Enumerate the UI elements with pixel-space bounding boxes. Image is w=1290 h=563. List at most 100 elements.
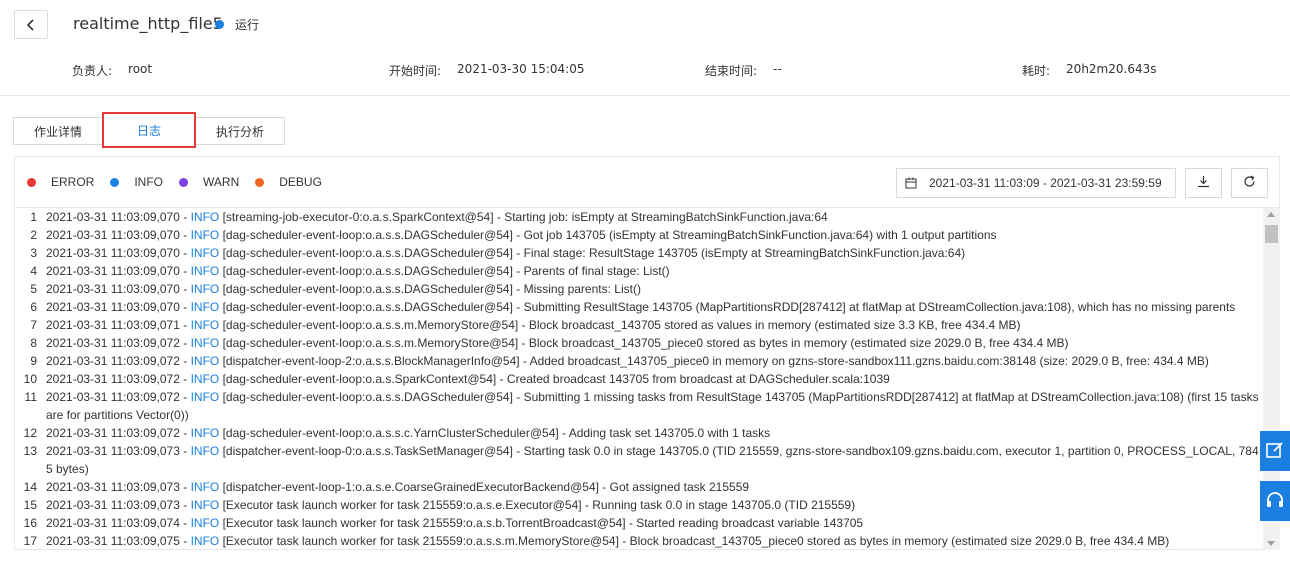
tab-execution-analysis[interactable]: 执行分析	[195, 117, 285, 145]
owner-label: 负责人:	[72, 64, 113, 78]
legend-warn[interactable]: WARN	[179, 175, 239, 189]
log-timestamp: 2021-03-31 11:03:09,073 -	[46, 444, 191, 458]
meta-duration: 耗时: 20h2m20.643s	[1022, 62, 1157, 79]
log-line: 5 2021-03-31 11:03:09,070 - INFO [dag-sch…	[15, 280, 1263, 298]
log-timestamp: 2021-03-31 11:03:09,070 -	[46, 264, 191, 278]
start-time-label: 开始时间:	[389, 64, 442, 78]
back-button[interactable]	[14, 10, 48, 39]
legend-info[interactable]: INFO	[110, 175, 163, 189]
log-lines: 1 2021-03-31 11:03:09,070 - INFO [streami…	[15, 208, 1263, 550]
log-line: 14 2021-03-31 11:03:09,073 - INFO [dispat…	[15, 478, 1263, 496]
scroll-up-icon[interactable]	[1267, 212, 1275, 217]
log-line-number: 15	[23, 498, 37, 512]
log-timestamp: 2021-03-31 11:03:09,073 -	[46, 480, 191, 494]
log-message: [dag-scheduler-event-loop:o.a.s.s.DAGSch…	[219, 246, 966, 260]
log-message: [dag-scheduler-event-loop:o.a.s.s.m.Memo…	[219, 336, 1069, 350]
log-line-content: 2021-03-31 11:03:09,072 - INFO [dag-sche…	[46, 424, 1263, 442]
refresh-button[interactable]	[1231, 168, 1268, 198]
log-viewer[interactable]: 1 2021-03-31 11:03:09,070 - INFO [streami…	[15, 207, 1280, 550]
log-level: INFO	[190, 444, 220, 458]
log-line-number: 5	[30, 282, 37, 296]
owner-value: root	[128, 62, 153, 76]
tab-logs[interactable]: 日志	[102, 112, 196, 148]
log-line-number: 4	[30, 264, 37, 278]
log-line-number: 10	[23, 372, 37, 386]
log-level: INFO	[190, 318, 220, 332]
log-line-number: 3	[30, 246, 37, 260]
log-line: 1 2021-03-31 11:03:09,070 - INFO [streami…	[15, 208, 1263, 226]
log-line-content: 2021-03-31 11:03:09,073 - INFO [Executor…	[46, 496, 1263, 514]
error-dot	[27, 177, 36, 187]
log-line-content: 2021-03-31 11:03:09,070 - INFO [dag-sche…	[46, 298, 1263, 316]
log-timestamp: 2021-03-31 11:03:09,072 -	[46, 372, 191, 386]
log-line: 10 2021-03-31 11:03:09,072 - INFO [dag-sc…	[15, 370, 1263, 388]
log-message: [Executor task launch worker for task 21…	[219, 498, 856, 512]
log-message: [dispatcher-event-loop-2:o.a.s.s.BlockMa…	[219, 354, 1209, 368]
log-line-content: 2021-03-31 11:03:09,070 - INFO [dag-sche…	[46, 244, 1263, 262]
log-line-number: 2	[30, 228, 37, 242]
log-line: 15 2021-03-31 11:03:09,073 - INFO [Execut…	[15, 496, 1263, 514]
log-level: INFO	[190, 534, 220, 548]
log-line: 12 2021-03-31 11:03:09,072 - INFO [dag-sc…	[15, 424, 1263, 442]
log-timestamp: 2021-03-31 11:03:09,070 -	[46, 228, 191, 242]
log-level: INFO	[190, 426, 220, 440]
log-line: 7 2021-03-31 11:03:09,071 - INFO [dag-sch…	[15, 316, 1263, 334]
log-line-number: 16	[23, 516, 37, 530]
chevron-left-icon	[25, 18, 37, 31]
date-range-picker[interactable]: 2021-03-31 11:03:09 - 2021-03-31 23:59:5…	[896, 168, 1176, 198]
tab-job-details[interactable]: 作业详情	[13, 117, 103, 145]
download-button[interactable]	[1185, 168, 1222, 198]
end-time-value: --	[773, 62, 782, 76]
log-line: 11 2021-03-31 11:03:09,072 - INFO [dag-sc…	[15, 388, 1263, 424]
log-timestamp: 2021-03-31 11:03:09,072 -	[46, 390, 191, 404]
log-message: [dag-scheduler-event-loop:o.a.s.s.DAGSch…	[219, 228, 997, 242]
log-line: 3 2021-03-31 11:03:09,070 - INFO [dag-sch…	[15, 244, 1263, 262]
legend-debug-label: DEBUG	[279, 175, 322, 189]
log-line-content: 2021-03-31 11:03:09,072 - INFO [dag-sche…	[46, 334, 1263, 352]
log-level-legend: ERROR INFO WARN DEBUG	[27, 175, 338, 189]
log-line-number: 9	[30, 354, 37, 368]
start-time-value: 2021-03-30 15:04:05	[457, 62, 585, 76]
log-line-number: 11	[24, 390, 37, 404]
log-line-number: 17	[23, 534, 37, 548]
log-line-content: 2021-03-31 11:03:09,074 - INFO [Executor…	[46, 514, 1263, 532]
legend-debug[interactable]: DEBUG	[255, 175, 322, 189]
log-timestamp: 2021-03-31 11:03:09,072 -	[46, 426, 191, 440]
log-message: [Executor task launch worker for task 21…	[219, 516, 864, 530]
refresh-icon	[1243, 175, 1256, 191]
duration-value: 20h2m20.643s	[1066, 62, 1157, 76]
log-line-content: 2021-03-31 11:03:09,073 - INFO [dispatch…	[46, 442, 1263, 478]
date-range-value: 2021-03-31 11:03:09 - 2021-03-31 23:59:5…	[929, 176, 1162, 190]
log-level: INFO	[190, 372, 220, 386]
log-level: INFO	[190, 390, 220, 404]
log-line-content: 2021-03-31 11:03:09,073 - INFO [dispatch…	[46, 478, 1263, 496]
scroll-thumb[interactable]	[1265, 225, 1278, 243]
log-timestamp: 2021-03-31 11:03:09,073 -	[46, 498, 191, 512]
status-text: 运行	[235, 18, 260, 32]
log-timestamp: 2021-03-31 11:03:09,074 -	[46, 516, 191, 530]
log-line: 4 2021-03-31 11:03:09,070 - INFO [dag-sch…	[15, 262, 1263, 280]
log-line-content: 2021-03-31 11:03:09,070 - INFO [dag-sche…	[46, 262, 1263, 280]
log-panel: ERROR INFO WARN DEBUG 2021-03-31 11:03:0…	[14, 156, 1280, 550]
support-button[interactable]	[1260, 481, 1290, 521]
log-message: [dag-scheduler-event-loop:o.a.s.s.m.Memo…	[219, 318, 1021, 332]
log-timestamp: 2021-03-31 11:03:09,072 -	[46, 354, 191, 368]
log-level: INFO	[190, 336, 220, 350]
feedback-button[interactable]	[1260, 431, 1290, 471]
log-message: [dag-scheduler-event-loop:o.a.s.s.DAGSch…	[219, 282, 641, 296]
log-message: [dag-scheduler-event-loop:o.a.s.s.DAGSch…	[219, 300, 1236, 314]
meta-end-time: 结束时间: --	[705, 62, 782, 79]
scroll-down-icon[interactable]	[1267, 541, 1275, 546]
log-timestamp: 2021-03-31 11:03:09,071 -	[46, 318, 191, 332]
info-dot	[110, 177, 120, 187]
log-level: INFO	[190, 516, 220, 530]
log-line: 17 2021-03-31 11:03:09,075 - INFO [Execut…	[15, 532, 1263, 550]
legend-error[interactable]: ERROR	[27, 175, 94, 189]
log-level: INFO	[190, 264, 220, 278]
log-line-content: 2021-03-31 11:03:09,075 - INFO [Executor…	[46, 532, 1263, 550]
log-level: INFO	[190, 210, 220, 224]
warn-dot	[179, 177, 189, 187]
log-message: [Executor task launch worker for task 21…	[219, 534, 1170, 548]
log-level: INFO	[190, 246, 220, 260]
log-timestamp: 2021-03-31 11:03:09,070 -	[46, 282, 191, 296]
